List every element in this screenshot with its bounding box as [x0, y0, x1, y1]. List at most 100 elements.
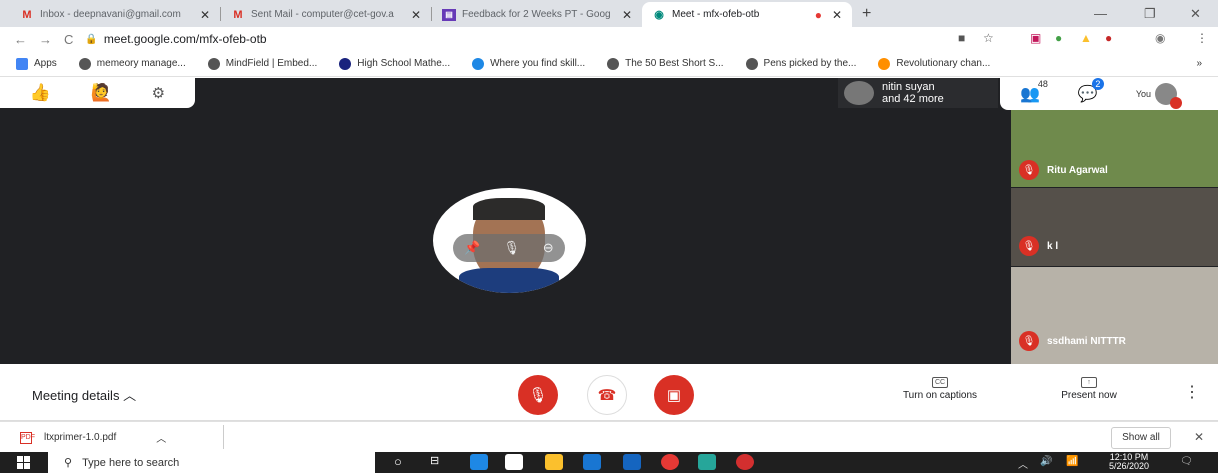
extension-icon[interactable]: ●	[1105, 31, 1112, 45]
windows-taskbar: ⚲ Type here to search ○ ⊟ ︿ 🔊 📶 12:10 PM…	[0, 452, 1218, 473]
back-icon[interactable]: ←	[14, 32, 27, 47]
profile-avatar[interactable]: ◉	[1155, 31, 1165, 45]
bookmark-item[interactable]: MindField | Embed...	[207, 57, 318, 70]
active-speaker-pill[interactable]: nitin suyan and 42 more	[838, 78, 998, 108]
tile-hover-controls: 📌 🎙 ⊖	[453, 234, 565, 262]
participant-tile[interactable]: 🎙 k l	[1011, 188, 1218, 266]
participant-photo-shirt	[459, 268, 559, 293]
window-close-icon[interactable]: ✕	[1190, 6, 1201, 22]
edge-icon[interactable]	[470, 454, 488, 470]
restore-icon[interactable]: ❐	[1144, 6, 1156, 22]
more-options-icon[interactable]: ⋮	[1184, 382, 1200, 402]
bookmark-item[interactable]: The 50 Best Short S...	[607, 57, 724, 70]
close-icon[interactable]: ✕	[1194, 430, 1204, 444]
chat-icon[interactable]: 💬 2	[1078, 78, 1104, 104]
globe-icon	[745, 57, 758, 70]
meeting-right-toolbar: 👥 48 💬 2 You	[1000, 78, 1218, 110]
gmail-icon: M	[233, 8, 243, 21]
bookmark-label: High School Mathe...	[357, 58, 451, 69]
captions-button[interactable]: CC Turn on captions	[890, 377, 990, 401]
forms-icon: ▤	[442, 8, 456, 21]
new-tab-button[interactable]: +	[862, 5, 871, 23]
forward-icon[interactable]: →	[39, 32, 52, 47]
menu-icon[interactable]: ⋮	[1196, 31, 1208, 45]
speaker-name: nitin suyan	[882, 81, 935, 93]
store-icon[interactable]	[505, 454, 523, 470]
chevron-up-icon[interactable]: ︿	[1018, 456, 1028, 471]
app-icon[interactable]	[698, 454, 716, 470]
speaker-more: and 42 more	[882, 93, 944, 105]
bookmark-apps[interactable]: Apps	[16, 57, 57, 70]
close-icon[interactable]: ✕	[622, 8, 632, 22]
meeting-details-button[interactable]: Meeting details ︿	[32, 385, 136, 404]
thumbs-up-icon[interactable]: 👍	[30, 83, 51, 103]
tab-sent-mail[interactable]: M Sent Mail - computer@cet-gov.a ✕	[221, 2, 431, 27]
meeting-stage: 👍 🙋 ⚙ nitin suyan and 42 more 👥 48 💬 2 You…	[0, 78, 1218, 364]
remove-icon[interactable]: ⊖	[543, 240, 554, 256]
file-explorer-icon[interactable]	[545, 454, 563, 470]
participant-tile[interactable]: 🎙 ssdhami NITTTR	[1011, 267, 1218, 364]
cortana-icon[interactable]: ○	[394, 454, 412, 470]
url-field[interactable]: meet.google.com/mfx-ofeb-otb	[104, 32, 267, 46]
mail-icon[interactable]	[583, 454, 601, 470]
bookmark-item[interactable]: High School Mathe...	[339, 57, 451, 70]
lock-icon[interactable]: 🔒	[85, 34, 97, 45]
close-icon[interactable]: ✕	[200, 8, 210, 22]
mic-icon[interactable]: 🎙	[503, 240, 520, 256]
bookmark-item[interactable]: Revolutionary chan...	[878, 57, 990, 70]
word-icon[interactable]	[623, 454, 641, 470]
people-icon[interactable]: 👥 48	[1020, 79, 1048, 104]
bookmark-item[interactable]: Where you find skill...	[472, 57, 585, 70]
camera-icon[interactable]: ■	[958, 31, 965, 45]
notifications-icon[interactable]: 🗨	[1180, 456, 1193, 467]
bookmark-label: The 50 Best Short S...	[625, 58, 724, 69]
extension-icon[interactable]: ▲	[1080, 31, 1092, 45]
chrome-icon[interactable]	[661, 454, 679, 470]
volume-icon[interactable]: 🔊	[1040, 456, 1052, 467]
show-all-button[interactable]: Show all	[1111, 427, 1171, 449]
captions-label: Turn on captions	[902, 390, 978, 401]
system-clock[interactable]: 12:10 PM 5/26/2020	[1109, 453, 1149, 471]
download-filename: ltxprimer-1.0.pdf	[44, 432, 117, 443]
opera-icon[interactable]	[736, 454, 754, 470]
windows-start-icon[interactable]	[17, 456, 31, 469]
minimize-icon[interactable]: —	[1094, 6, 1107, 21]
tab-inbox[interactable]: M Inbox - deepnavani@gmail.com ✕	[10, 2, 220, 27]
extension-icon[interactable]: ▣	[1030, 31, 1041, 45]
leave-call-button[interactable]: ☎	[587, 375, 627, 415]
extension-icon[interactable]: ●	[1055, 31, 1062, 45]
task-view-icon[interactable]: ⊟	[430, 454, 448, 470]
self-avatar[interactable]	[1155, 83, 1183, 109]
pin-icon[interactable]: 📌	[464, 240, 480, 256]
gear-icon[interactable]: ⚙	[152, 84, 165, 102]
bookmark-item[interactable]: memeory manage...	[78, 57, 186, 70]
divider	[223, 425, 224, 449]
bookmark-label: MindField | Embed...	[225, 58, 318, 69]
site-icon	[339, 57, 352, 70]
star-icon[interactable]: ☆	[983, 31, 994, 45]
close-icon[interactable]: ✕	[411, 8, 421, 22]
mic-toggle-button[interactable]: 🎙	[518, 375, 558, 415]
taskbar-search-input[interactable]: ⚲ Type here to search	[48, 452, 375, 473]
gmail-icon: M	[22, 8, 32, 21]
present-now-button[interactable]: ↑ Present now	[1044, 377, 1134, 401]
tab-meet[interactable]: ◉ Meet - mfx-ofeb-otb ● ✕	[642, 2, 852, 27]
apple-icon	[78, 57, 91, 70]
download-item[interactable]: PDF ltxprimer-1.0.pdf ︿	[20, 430, 166, 445]
bookmarks-overflow[interactable]: »	[1196, 58, 1202, 69]
reload-icon[interactable]: C	[64, 32, 73, 47]
tab-feedback[interactable]: ▤ Feedback for 2 Weeks PT - Goog ✕	[432, 2, 642, 27]
meet-icon: ◉	[654, 9, 664, 21]
chevron-up-icon[interactable]: ︿	[156, 430, 166, 445]
bookmark-label: memeory manage...	[96, 58, 186, 69]
camera-toggle-button[interactable]: ▣	[654, 375, 694, 415]
participants-count: 48	[1037, 79, 1048, 89]
wifi-icon[interactable]: 📶	[1066, 456, 1078, 467]
avatar	[844, 81, 874, 105]
participant-name: ssdhami NITTTR	[1047, 336, 1126, 347]
participant-tile[interactable]: 🎙 Ritu Agarwal	[1011, 110, 1218, 187]
bookmark-item[interactable]: Pens picked by the...	[745, 57, 856, 70]
avatar-emoji-icon[interactable]: 🙋	[91, 83, 112, 103]
close-icon[interactable]: ✕	[832, 8, 842, 22]
main-participant-avatar[interactable]: 📌 🎙 ⊖	[433, 188, 586, 293]
